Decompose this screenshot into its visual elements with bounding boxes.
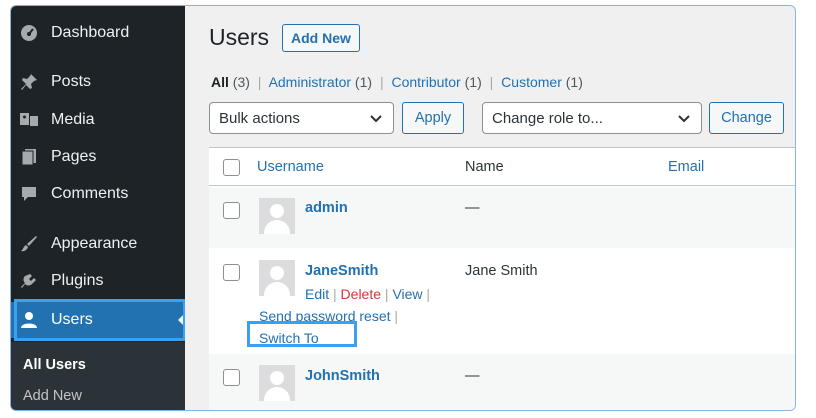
pages-icon bbox=[19, 147, 39, 167]
sidebar-item-appearance[interactable]: Appearance bbox=[11, 226, 185, 262]
change-role-select[interactable]: Change role to... bbox=[482, 102, 702, 134]
filter-customer[interactable]: Customer bbox=[501, 74, 562, 90]
sidebar-item-pages[interactable]: Pages bbox=[11, 139, 185, 175]
filter-administrator[interactable]: Administrator bbox=[269, 74, 351, 90]
avatar bbox=[259, 260, 295, 296]
table-header: Username Name Email bbox=[209, 148, 795, 186]
screenshot-frame: Dashboard Posts Media Pages Comments App… bbox=[10, 5, 796, 411]
filter-all-count: (3) bbox=[232, 74, 250, 90]
filter-separator: | bbox=[379, 74, 384, 90]
view-link[interactable]: View bbox=[392, 286, 422, 302]
plug-icon bbox=[19, 271, 39, 291]
change-button[interactable]: Change bbox=[709, 102, 784, 134]
brush-icon bbox=[19, 234, 39, 254]
select-all-checkbox[interactable] bbox=[223, 159, 240, 176]
avatar bbox=[259, 198, 295, 234]
sidebar-item-dashboard[interactable]: Dashboard bbox=[11, 15, 185, 51]
row-checkbox[interactable] bbox=[223, 369, 240, 386]
sidebar-item-comments[interactable]: Comments bbox=[11, 176, 185, 212]
sidebar-item-posts[interactable]: Posts bbox=[11, 64, 185, 100]
apply-button[interactable]: Apply bbox=[402, 102, 464, 134]
sidebar-item-plugins[interactable]: Plugins bbox=[11, 263, 185, 299]
role-filter-links: All (3) | Administrator (1) | Contributo… bbox=[211, 74, 583, 90]
submenu-all-users[interactable]: All Users bbox=[23, 357, 86, 373]
users-submenu: All Users Add New bbox=[11, 342, 185, 410]
submenu-add-new[interactable]: Add New bbox=[23, 388, 82, 404]
filter-all[interactable]: All bbox=[211, 74, 229, 90]
sidebar-item-label: Posts bbox=[51, 73, 92, 90]
sidebar-item-label: Plugins bbox=[51, 272, 104, 289]
filter-customer-count: (1) bbox=[565, 74, 583, 90]
sidebar-item-label: Pages bbox=[51, 148, 97, 165]
pin-icon bbox=[19, 72, 39, 92]
chevron-down-icon bbox=[370, 115, 382, 123]
action-separator: | bbox=[394, 308, 399, 324]
sidebar-item-label: Media bbox=[51, 111, 95, 128]
name-cell: — bbox=[465, 368, 480, 384]
name-cell: — bbox=[465, 200, 480, 216]
change-role-value: Change role to... bbox=[492, 109, 603, 127]
filter-contributor[interactable]: Contributor bbox=[391, 74, 460, 90]
media-icon bbox=[19, 110, 39, 130]
username-link[interactable]: admin bbox=[305, 200, 348, 216]
column-username[interactable]: Username bbox=[257, 159, 324, 175]
sidebar-item-label: Dashboard bbox=[51, 24, 130, 41]
chevron-down-icon bbox=[678, 115, 690, 123]
action-separator: | bbox=[384, 286, 389, 302]
users-table: Username Name Email admin — JaneSmith Ja… bbox=[209, 147, 795, 410]
sidebar-item-label: Comments bbox=[51, 185, 129, 202]
name-cell: Jane Smith bbox=[465, 263, 538, 279]
dashboard-icon bbox=[19, 23, 39, 43]
username-link[interactable]: JohnSmith bbox=[305, 368, 380, 384]
action-separator: | bbox=[333, 286, 337, 302]
table-row: JohnSmith — bbox=[209, 354, 795, 410]
action-separator: | bbox=[426, 286, 431, 302]
table-row: admin — bbox=[209, 187, 795, 248]
edit-link[interactable]: Edit bbox=[305, 286, 329, 302]
page-title: Users bbox=[209, 24, 270, 50]
column-name: Name bbox=[465, 159, 504, 175]
row-checkbox[interactable] bbox=[223, 264, 240, 281]
row-actions: Edit | Delete | View | bbox=[305, 286, 430, 302]
filter-administrator-count: (1) bbox=[354, 74, 373, 90]
main-content: Users Add New All (3) | Administrator (1… bbox=[185, 6, 795, 410]
sidebar-item-label: Appearance bbox=[51, 235, 138, 252]
username-link[interactable]: JaneSmith bbox=[305, 263, 378, 279]
add-new-button[interactable]: Add New bbox=[282, 24, 360, 52]
filter-contributor-count: (1) bbox=[464, 74, 482, 90]
bulk-actions-value: Bulk actions bbox=[219, 109, 300, 127]
column-email[interactable]: Email bbox=[668, 159, 704, 175]
comments-icon bbox=[19, 184, 39, 204]
users-highlight-box bbox=[14, 299, 186, 341]
delete-link[interactable]: Delete bbox=[341, 286, 381, 302]
switch-to-highlight-box bbox=[247, 321, 357, 347]
bulk-actions-select[interactable]: Bulk actions bbox=[209, 102, 394, 134]
row-checkbox[interactable] bbox=[223, 202, 240, 219]
filter-separator: | bbox=[257, 74, 262, 90]
sidebar-item-media[interactable]: Media bbox=[11, 102, 185, 138]
admin-sidebar: Dashboard Posts Media Pages Comments App… bbox=[11, 6, 186, 410]
avatar bbox=[259, 365, 295, 401]
filter-separator: | bbox=[489, 74, 494, 90]
